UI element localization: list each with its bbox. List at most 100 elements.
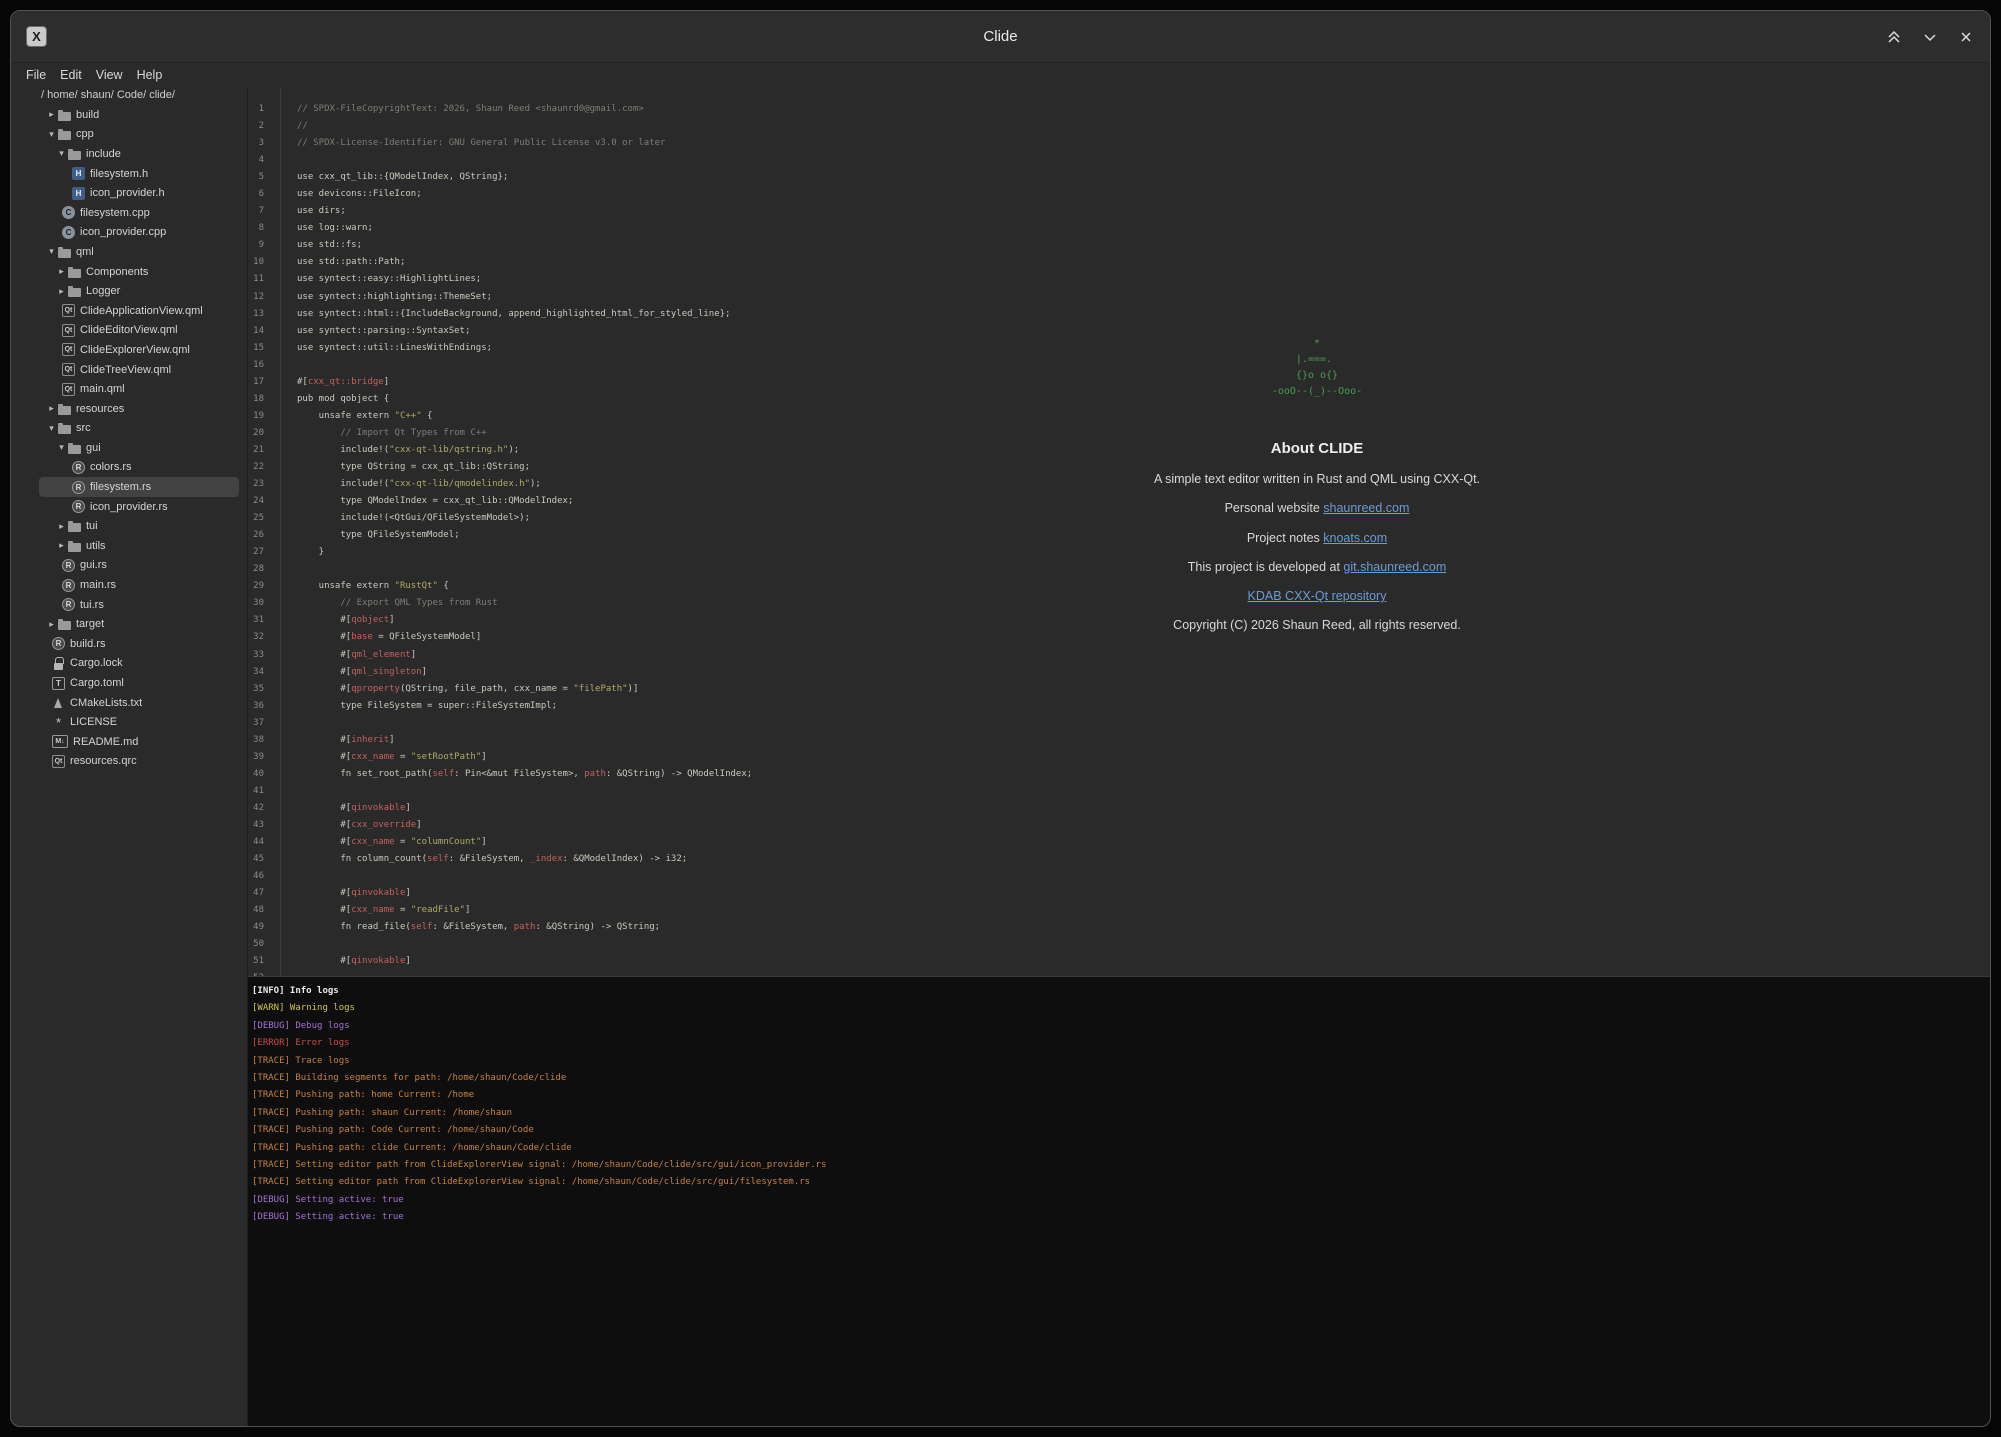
tree-item-ClideExplorerView.qml[interactable]: QtClideExplorerView.qml bbox=[39, 340, 239, 360]
shade-button[interactable] bbox=[1884, 27, 1904, 47]
chevron-down-icon[interactable]: ▾ bbox=[55, 148, 68, 159]
tree-item-resources[interactable]: ▸resources bbox=[39, 399, 239, 419]
line-number: 20 bbox=[248, 425, 274, 442]
code-line[interactable]: 8use log::warn; bbox=[248, 220, 1990, 237]
tree-item-ClideEditorView.qml[interactable]: QtClideEditorView.qml bbox=[39, 321, 239, 341]
tree-item-src[interactable]: ▾src bbox=[39, 419, 239, 439]
tree-item-include[interactable]: ▾include bbox=[39, 144, 239, 164]
tree-item-ClideApplicationView.qml[interactable]: QtClideApplicationView.qml bbox=[39, 301, 239, 321]
tree-item-resources.qrc[interactable]: Qtresources.qrc bbox=[39, 752, 239, 772]
code-line[interactable]: 41 bbox=[248, 783, 1990, 800]
code-line[interactable]: 43 #[cxx_override] bbox=[248, 817, 1990, 834]
code-line[interactable]: 44 #[cxx_name = "columnCount"] bbox=[248, 834, 1990, 851]
tree-item-qml[interactable]: ▾qml bbox=[39, 242, 239, 262]
code-line[interactable]: 33 #[qml_element] bbox=[248, 647, 1990, 664]
tree-item-filesystem.rs[interactable]: Rfilesystem.rs bbox=[39, 477, 239, 497]
chevron-right-icon[interactable]: ▸ bbox=[45, 403, 58, 414]
tree-item-gui[interactable]: ▾gui bbox=[39, 438, 239, 458]
code-line[interactable]: 51 #[qinvokable] bbox=[248, 953, 1990, 970]
tree-item-Logger[interactable]: ▸Logger bbox=[39, 281, 239, 301]
code-line[interactable]: 49 fn read_file(self: &FileSystem, path:… bbox=[248, 919, 1990, 936]
chevron-down-icon[interactable]: ▾ bbox=[45, 246, 58, 257]
tree-item-cpp[interactable]: ▾cpp bbox=[39, 125, 239, 145]
tree-item-colors.rs[interactable]: Rcolors.rs bbox=[39, 458, 239, 478]
code-line[interactable]: 38 #[inherit] bbox=[248, 732, 1990, 749]
code-line[interactable]: 11use syntect::easy::HighlightLines; bbox=[248, 271, 1990, 288]
chevron-down-icon[interactable]: ▾ bbox=[55, 442, 68, 453]
minimize-button[interactable] bbox=[1920, 27, 1940, 47]
chevron-down-icon[interactable]: ▾ bbox=[45, 423, 58, 434]
tree-item-LICENSE[interactable]: *LICENSE bbox=[39, 712, 239, 732]
code-line[interactable]: 36 type FileSystem = super::FileSystemIm… bbox=[248, 698, 1990, 715]
chevron-right-icon[interactable]: ▸ bbox=[55, 266, 68, 277]
tree-item-CMakeLists.txt[interactable]: CMakeLists.txt bbox=[39, 693, 239, 713]
code-line[interactable]: 45 fn column_count(self: &FileSystem, _i… bbox=[248, 851, 1990, 868]
code-line[interactable]: 50 bbox=[248, 936, 1990, 953]
menu-help[interactable]: Help bbox=[130, 66, 170, 84]
tree-item-utils[interactable]: ▸utils bbox=[39, 536, 239, 556]
code-line-text: #[cxx_name = "readFile"] bbox=[274, 902, 470, 919]
about-link[interactable]: KDAB CXX-Qt repository bbox=[1248, 589, 1387, 603]
tree-item-Cargo.lock[interactable]: Cargo.lock bbox=[39, 654, 239, 674]
code-line[interactable]: 40 fn set_root_path(self: Pin<&mut FileS… bbox=[248, 766, 1990, 783]
chevron-right-icon[interactable]: ▸ bbox=[55, 540, 68, 551]
tree-item-filesystem.cpp[interactable]: Cfilesystem.cpp bbox=[39, 203, 239, 223]
tree-item-label: ClideApplicationView.qml bbox=[80, 305, 203, 317]
menu-file[interactable]: File bbox=[19, 66, 53, 84]
tree-item-gui.rs[interactable]: Rgui.rs bbox=[39, 556, 239, 576]
tree-item-Cargo.toml[interactable]: TCargo.toml bbox=[39, 673, 239, 693]
about-link[interactable]: git.shaunreed.com bbox=[1343, 560, 1446, 574]
c-header-file-icon: H bbox=[72, 167, 85, 180]
code-line[interactable]: 34 #[qml_singleton] bbox=[248, 664, 1990, 681]
chevron-right-icon[interactable]: ▸ bbox=[55, 286, 68, 297]
tree-item-Components[interactable]: ▸Components bbox=[39, 262, 239, 282]
tree-item-main.rs[interactable]: Rmain.rs bbox=[39, 575, 239, 595]
code-line[interactable]: 48 #[cxx_name = "readFile"] bbox=[248, 902, 1990, 919]
tree-item-README.md[interactable]: M↓README.md bbox=[39, 732, 239, 752]
chevron-down-icon[interactable]: ▾ bbox=[45, 129, 58, 140]
tree-item-build[interactable]: ▸build bbox=[39, 105, 239, 125]
code-line[interactable]: 35 #[qproperty(QString, file_path, cxx_n… bbox=[248, 681, 1990, 698]
tree-item-target[interactable]: ▸target bbox=[39, 614, 239, 634]
tree-item-icon_provider.rs[interactable]: Ricon_provider.rs bbox=[39, 497, 239, 517]
code-line[interactable]: 6use devicons::FileIcon; bbox=[248, 186, 1990, 203]
code-line[interactable]: 39 #[cxx_name = "setRootPath"] bbox=[248, 749, 1990, 766]
chevron-right-icon[interactable]: ▸ bbox=[45, 109, 58, 120]
code-line-text: #[qinvokable] bbox=[274, 800, 411, 817]
tree-item-tui.rs[interactable]: Rtui.rs bbox=[39, 595, 239, 615]
line-number: 21 bbox=[248, 442, 274, 459]
menu-edit[interactable]: Edit bbox=[53, 66, 89, 84]
code-line[interactable]: 42 #[qinvokable] bbox=[248, 800, 1990, 817]
code-line[interactable]: 1// SPDX-FileCopyrightText: 2026, Shaun … bbox=[248, 101, 1990, 118]
tree-item-build.rs[interactable]: Rbuild.rs bbox=[39, 634, 239, 654]
log-output[interactable]: [INFO] Info logs[WARN] Warning logs[DEBU… bbox=[247, 976, 1990, 1426]
code-line[interactable]: 2// bbox=[248, 118, 1990, 135]
tree-item-icon_provider.cpp[interactable]: Cicon_provider.cpp bbox=[39, 223, 239, 243]
tree-item-main.qml[interactable]: Qtmain.qml bbox=[39, 379, 239, 399]
code-line[interactable]: 9use std::fs; bbox=[248, 237, 1990, 254]
code-line-text: #[qinvokable] bbox=[274, 953, 411, 970]
tree-item-filesystem.h[interactable]: Hfilesystem.h bbox=[39, 164, 239, 184]
code-line[interactable]: 47 #[qinvokable] bbox=[248, 885, 1990, 902]
about-link[interactable]: knoats.com bbox=[1323, 531, 1387, 545]
close-button[interactable] bbox=[1956, 27, 1976, 47]
chevron-down-icon bbox=[1922, 29, 1938, 45]
chevron-right-icon[interactable]: ▸ bbox=[55, 521, 68, 532]
tree-item-ClideTreeView.qml[interactable]: QtClideTreeView.qml bbox=[39, 360, 239, 380]
menu-view[interactable]: View bbox=[89, 66, 130, 84]
code-line[interactable]: 3// SPDX-License-Identifier: GNU General… bbox=[248, 135, 1990, 152]
tree-item-icon_provider.h[interactable]: Hicon_provider.h bbox=[39, 183, 239, 203]
code-line[interactable]: 7use dirs; bbox=[248, 203, 1990, 220]
editor-pane[interactable]: 1// SPDX-FileCopyrightText: 2026, Shaun … bbox=[247, 87, 1990, 976]
code-line[interactable]: 46 bbox=[248, 868, 1990, 885]
code-line[interactable]: 5use cxx_qt_lib::{QModelIndex, QString}; bbox=[248, 169, 1990, 186]
about-link[interactable]: shaunreed.com bbox=[1323, 501, 1409, 515]
code-line-text: use syntect::easy::HighlightLines; bbox=[274, 271, 481, 288]
code-line[interactable]: 10use std::path::Path; bbox=[248, 254, 1990, 271]
chevron-right-icon[interactable]: ▸ bbox=[45, 619, 58, 630]
code-line[interactable]: 4 bbox=[248, 152, 1990, 169]
code-line[interactable]: 37 bbox=[248, 715, 1990, 732]
code-line[interactable]: 12use syntect::highlighting::ThemeSet; bbox=[248, 289, 1990, 306]
tree-item-tui[interactable]: ▸tui bbox=[39, 516, 239, 536]
code-line[interactable]: 13use syntect::html::{IncludeBackground,… bbox=[248, 306, 1990, 323]
